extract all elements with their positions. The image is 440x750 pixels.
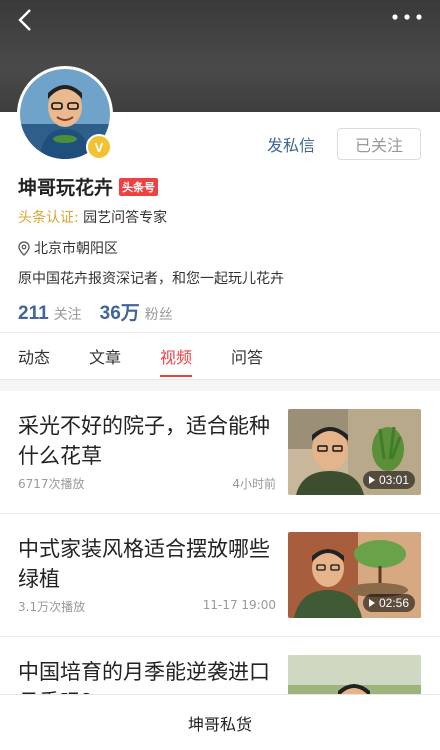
video-views: 3.1万次播放 <box>18 600 86 614</box>
follow-button[interactable]: 已关注 <box>337 128 421 160</box>
send-message-button[interactable]: 发私信 <box>254 128 328 160</box>
more-dots-icon <box>392 14 422 20</box>
section-gap <box>0 379 440 391</box>
tab-dynamic[interactable]: 动态 <box>18 333 50 379</box>
more-button[interactable] <box>390 6 424 28</box>
fans-label[interactable]: 粉丝 <box>145 304 173 324</box>
video-duration: 02:56 <box>362 594 415 612</box>
chevron-left-icon <box>18 9 31 31</box>
video-thumbnail[interactable]: 03:01 <box>288 409 421 495</box>
tab-videos[interactable]: 视频 <box>160 333 193 379</box>
location: 北京市朝阳区 <box>18 238 118 258</box>
video-views: 6717次播放 <box>18 477 85 491</box>
video-time: 4小时前 <box>232 477 276 491</box>
duration-text: 02:56 <box>378 596 409 610</box>
verified-badge-icon: V <box>86 134 112 160</box>
cert-value: 园艺问答专家 <box>83 210 168 226</box>
video-meta: 6717次播放 4小时前 <box>18 475 276 492</box>
following-label[interactable]: 关注 <box>54 304 82 324</box>
tab-bar: 动态 文章 视频 问答 <box>0 333 440 379</box>
tab-articles[interactable]: 文章 <box>89 333 121 379</box>
video-item[interactable]: 中式家装风格适合摆放哪些绿植 3.1万次播放 11-17 19:00 02:56 <box>0 514 440 637</box>
video-meta: 3.1万次播放 11-17 19:00 <box>18 598 276 615</box>
video-title[interactable]: 采光不好的院子，适合能种什么花草 <box>18 411 274 471</box>
video-thumbnail[interactable]: 02:56 <box>288 532 421 618</box>
toutiao-badge: 头条号 <box>119 177 159 196</box>
name-row: 坤哥玩花卉 头条号 <box>18 173 159 200</box>
location-text: 北京市朝阳区 <box>34 241 118 257</box>
tab-qa[interactable]: 问答 <box>231 333 263 379</box>
following-count[interactable]: 211 <box>18 303 49 325</box>
fans-count[interactable]: 36万 <box>100 298 140 325</box>
location-pin-icon <box>18 240 30 256</box>
play-icon <box>368 599 375 607</box>
video-item[interactable]: 采光不好的院子，适合能种什么花草 6717次播放 4小时前 03:01 <box>0 391 440 514</box>
bottom-bar-button[interactable]: 坤哥私货 <box>0 694 440 750</box>
profile-name: 坤哥玩花卉 <box>18 177 114 199</box>
video-duration: 03:01 <box>362 471 415 489</box>
stats: 211 关注 36万 粉丝 <box>18 298 191 325</box>
back-button[interactable] <box>12 6 40 34</box>
video-title[interactable]: 中式家装风格适合摆放哪些绿植 <box>18 534 274 594</box>
bio: 原中国花卉报资深记者，和您一起玩儿花卉 <box>18 271 284 287</box>
cert-label: 头条认证: <box>18 210 79 226</box>
play-icon <box>368 476 375 484</box>
video-time: 11-17 19:00 <box>202 598 276 612</box>
duration-text: 03:01 <box>378 473 409 487</box>
certification: 头条认证: 园艺问答专家 <box>18 207 167 227</box>
